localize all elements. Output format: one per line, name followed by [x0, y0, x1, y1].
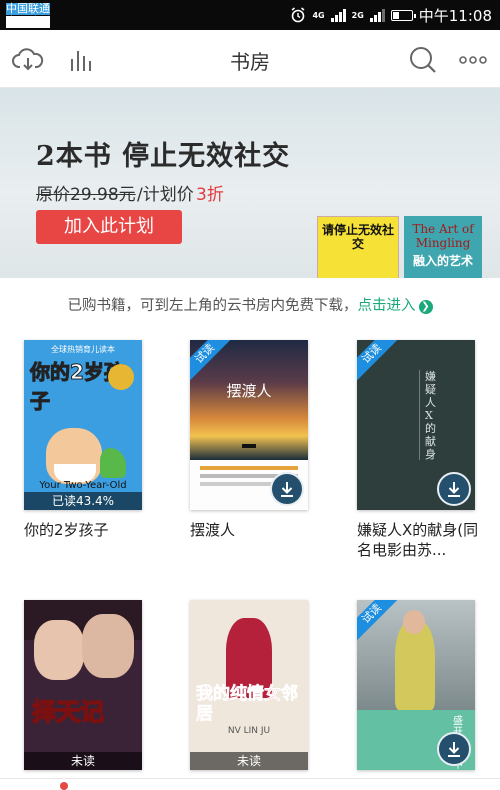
reading-progress: 已读43.4%: [24, 492, 142, 510]
app-bar: 书房: [0, 30, 500, 88]
banner-book-2: The Art of Mingling 融入的艺术: [404, 216, 482, 278]
promo-banner[interactable]: 2本书 停止无效社交 原价29.98元 /计划价 3折 加入此计划 请停止无效社…: [0, 88, 500, 278]
book-cover[interactable]: 全球热销育儿读本 你的2岁孩子 Your Two-Year-Old 已读43.4…: [24, 340, 142, 510]
cover-blurb: [200, 466, 298, 470]
book-title: 嫌疑人X的献身(同名电影由苏...: [357, 521, 479, 559]
cover-title: 摆渡人: [226, 382, 272, 400]
cover-title: 嫌疑人X的献身: [425, 370, 436, 461]
cover-publisher: 全球热销育儿读本: [51, 345, 115, 354]
notice-link[interactable]: 点击进入: [358, 298, 416, 314]
trial-badge: 试读: [357, 340, 400, 382]
network-type-2: 2G: [351, 10, 364, 20]
carrier-2: 中国移动: [6, 15, 50, 28]
notification-dot: [60, 782, 68, 790]
book-cover[interactable]: 盛开时光中的女子 试读: [357, 600, 475, 770]
status-bar: 中国联通 中国移动 4G 2G 中午11:08: [0, 0, 500, 30]
alarm-icon: [292, 7, 305, 23]
banner-headline: 2本书 停止无效社交: [36, 141, 291, 172]
banner-discount: 3折: [196, 185, 224, 205]
join-plan-button[interactable]: 加入此计划: [36, 210, 182, 244]
book-cover[interactable]: 择天记 未读: [24, 600, 142, 770]
status-icons: 4G 2G 中午11:08: [290, 6, 492, 25]
cover-title: 我的纯情女邻居: [196, 684, 299, 725]
read-status: 未读: [190, 752, 308, 770]
character-illustration: [82, 614, 134, 678]
signal-icon-2: [369, 8, 385, 22]
banner-book-2-title-en: The Art of Mingling: [412, 222, 474, 250]
woman-illustration: [403, 610, 425, 634]
battery-icon: [390, 9, 416, 21]
more-button[interactable]: [455, 42, 491, 78]
book-cover[interactable]: 嫌疑人X的献身 试读: [357, 340, 475, 510]
notice-text: 已购书籍，可到左上角的云书房内免费下载，: [67, 298, 358, 314]
banner-book-1: 请停止无效社交: [317, 216, 399, 278]
carrier-1: 中国联通: [6, 2, 50, 15]
download-icon: [448, 742, 460, 757]
read-status: 未读: [24, 752, 142, 770]
download-button[interactable]: [270, 472, 304, 506]
book-cover[interactable]: 摆渡人 试读: [190, 340, 308, 510]
more-icon: [459, 56, 487, 64]
character-illustration: [34, 620, 84, 680]
book-item[interactable]: 盛开时光中的女子 试读: [357, 600, 475, 770]
boat-illustration: [242, 444, 256, 448]
book-title: 你的2岁孩子: [24, 521, 109, 539]
chevron-right-icon[interactable]: ❯: [418, 300, 433, 314]
download-icon: [448, 482, 460, 497]
cover-subtitle: NV LIN JU: [227, 726, 271, 736]
book-cover[interactable]: 我的纯情女邻居 NV LIN JU 未读: [190, 600, 308, 770]
clock: 中午11:08: [418, 6, 492, 25]
book-item[interactable]: 嫌疑人X的献身 试读 嫌疑人X的献身(同名电影由苏...: [357, 340, 478, 560]
search-icon: [410, 47, 436, 73]
signal-icon-1: [330, 8, 346, 22]
book-item[interactable]: 全球热销育儿读本 你的2岁孩子 Your Two-Year-Old 已读43.4…: [24, 340, 142, 540]
banner-book-2-title-zh: 融入的艺术: [412, 254, 473, 268]
book-item[interactable]: 我的纯情女邻居 NV LIN JU 未读: [190, 600, 308, 770]
banner-old-price: 原价29.98元: [36, 185, 136, 205]
cover-title: 择天记: [31, 697, 105, 727]
download-button[interactable]: [437, 732, 471, 766]
download-button[interactable]: [437, 472, 471, 506]
award-seal-icon: [108, 364, 134, 390]
cloud-notice: 已购书籍，可到左上角的云书房内免费下载，点击进入 ❯: [0, 288, 500, 320]
dinosaur-illustration: [100, 448, 126, 478]
book-item[interactable]: 择天记 未读: [24, 600, 142, 770]
cover-rule: [419, 370, 420, 460]
banner-plan-price: /计划价: [137, 185, 194, 205]
bottom-nav[interactable]: [0, 778, 500, 790]
search-button[interactable]: [405, 42, 441, 78]
book-item[interactable]: 摆渡人 试读 摆渡人: [190, 340, 308, 540]
cover-subtitle: Your Two-Year-Old: [39, 480, 127, 491]
banner-book-1-title: 请停止无效社交: [322, 223, 395, 251]
network-type-1: 4G: [312, 10, 325, 20]
download-icon: [281, 482, 293, 497]
book-title: 摆渡人: [190, 521, 236, 539]
